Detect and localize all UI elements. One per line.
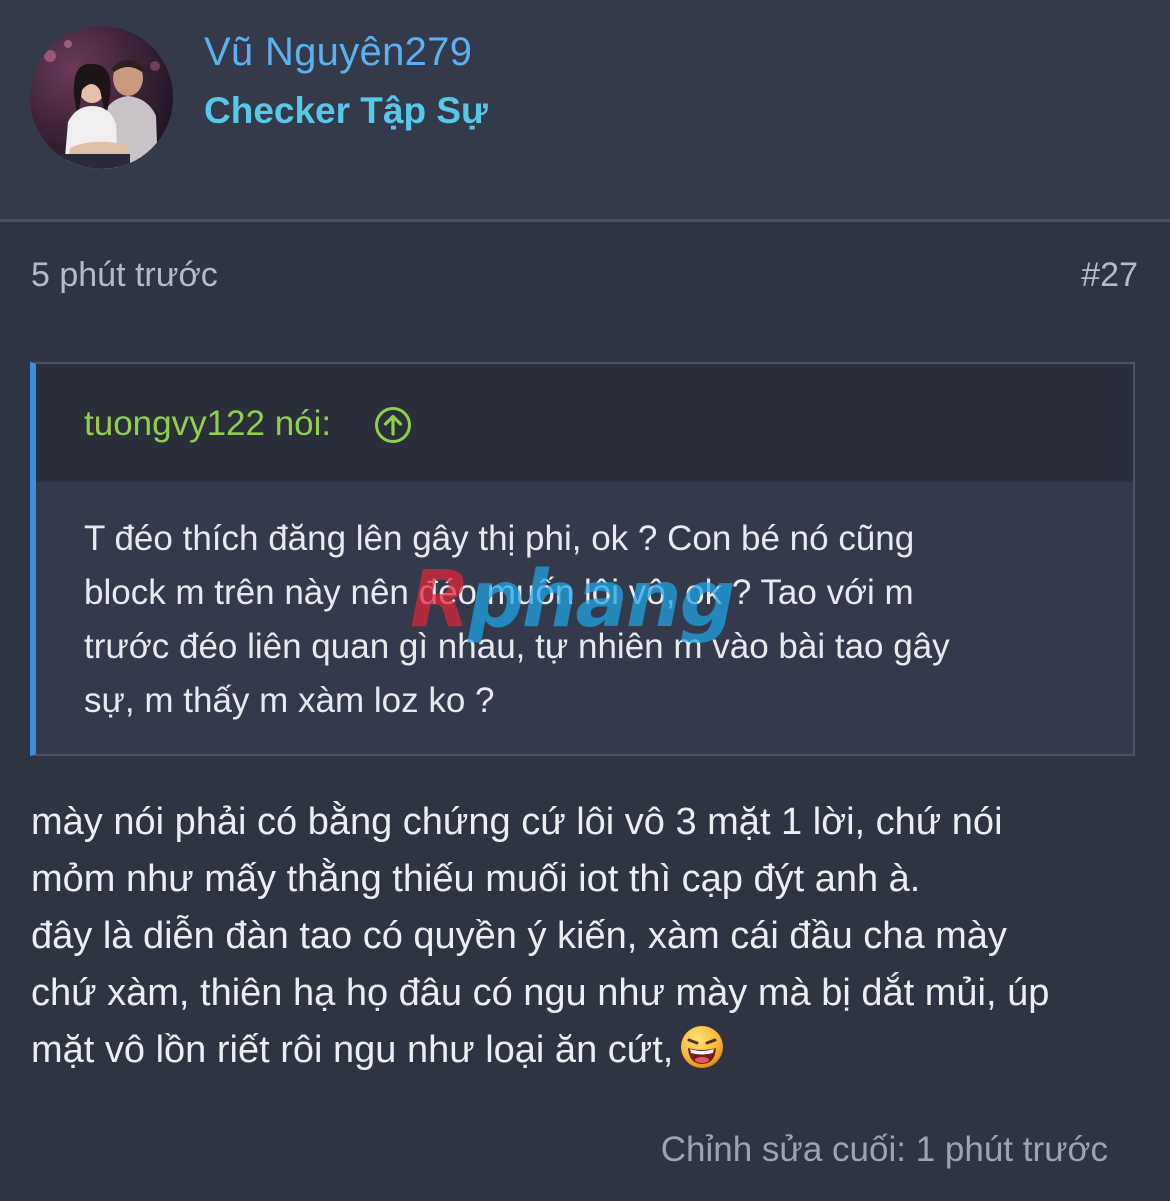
message-line-text: mặt vô lồn riết rôi ngu như loại ăn cứt, <box>31 1029 674 1071</box>
arrow-up-circle-icon[interactable] <box>374 406 412 444</box>
author-user-title: Checker Tập Sự <box>204 90 488 131</box>
quote-content: T đéo thích đăng lên gây thị phi, ok ? C… <box>84 512 1084 728</box>
quote-line: trước đéo liên quan gì nhau, tự nhiên m … <box>84 627 950 666</box>
post-timestamp[interactable]: 5 phút trước <box>31 256 218 295</box>
laughing-emoji-icon <box>679 1024 725 1070</box>
quote-block: tuongvy122 nói: T đéo thích đăng lên gây… <box>30 362 1135 756</box>
avatar-image <box>30 26 173 169</box>
quote-line: T đéo thích đăng lên gây thị phi, ok ? C… <box>84 519 915 558</box>
message-line: chứ xàm, thiên hạ họ đâu có ngu như mày … <box>31 972 1050 1014</box>
post-author-header: Vũ Nguyên279 Checker Tập Sự <box>0 0 1170 222</box>
post-number-link[interactable]: #27 <box>1081 256 1138 295</box>
quote-header: tuongvy122 nói: <box>36 364 1133 482</box>
quote-line: sự, m thấy m xàm loz ko ? <box>84 681 495 720</box>
message-line: mỏm như mấy thằng thiếu muối iot thì cạp… <box>31 858 921 900</box>
quote-author-link[interactable]: tuongvy122 nói: <box>84 404 331 444</box>
author-username[interactable]: Vũ Nguyên279 <box>204 30 472 75</box>
message-line: mày nói phải có bằng chứng cứ lôi vô 3 m… <box>31 801 1003 843</box>
message-line: đây là diễn đàn tao có quyền ý kiến, xàm… <box>31 915 1007 957</box>
avatar[interactable] <box>30 26 173 169</box>
message-last-line: mặt vô lồn riết rôi ngu như loại ăn cứt, <box>31 1022 1141 1079</box>
last-edited-note: Chỉnh sửa cuối: 1 phút trước <box>660 1130 1108 1169</box>
quote-line: block m trên này nên đéo muốn lôi vô, ok… <box>84 573 914 612</box>
post-message: mày nói phải có bằng chứng cứ lôi vô 3 m… <box>31 794 1141 1079</box>
